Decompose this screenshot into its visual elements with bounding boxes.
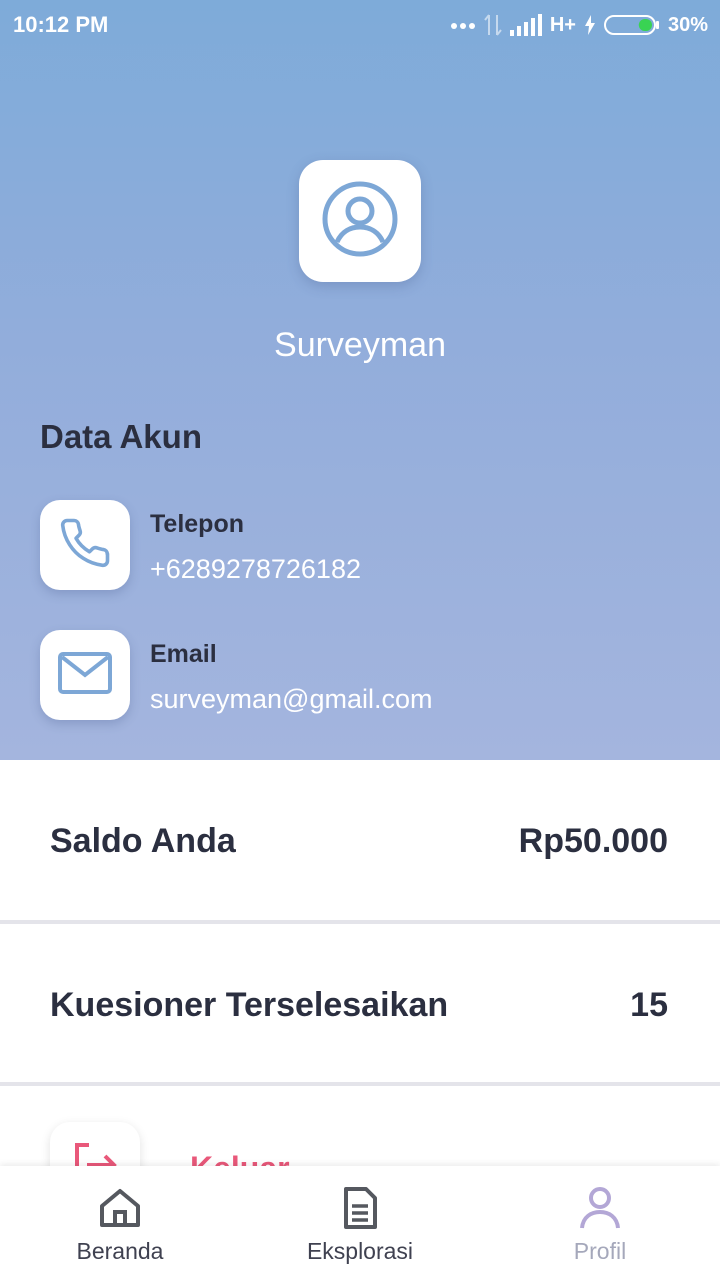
user-circle-icon [321, 180, 399, 263]
balance-row: Saldo Anda Rp50.000 [0, 760, 720, 920]
home-icon [98, 1186, 142, 1230]
completed-value: 15 [630, 986, 668, 1024]
account-section-title: Data Akun [40, 418, 202, 455]
phone-info-row: Telepon +6289278726182 [40, 500, 680, 590]
network-type: H+ [549, 13, 576, 36]
avatar[interactable] [299, 160, 421, 282]
data-transfer-icon [484, 13, 502, 37]
phone-value: +6289278726182 [150, 554, 361, 584]
more-dots-icon [450, 20, 476, 30]
email-value: surveyman@gmail.com [150, 684, 433, 714]
battery-percent: 30% [667, 13, 708, 36]
nav-label: Profil [573, 1238, 627, 1264]
charging-icon [584, 15, 596, 35]
email-label: Email [150, 640, 217, 668]
signal-icon [509, 14, 542, 36]
battery-icon [603, 14, 660, 36]
user-icon [578, 1186, 622, 1230]
email-info-row: Email surveyman@gmail.com [40, 630, 680, 720]
profile-header: 10:12 PM H+ 30% Surveyman Data Akun Tele… [0, 0, 720, 760]
completed-surveys-row: Kuesioner Terselesaikan 15 [0, 924, 720, 1084]
profile-name: Surveyman [274, 326, 446, 364]
mail-icon [57, 651, 113, 700]
nav-label: Eksplorasi [306, 1238, 414, 1264]
balance-value: Rp50.000 [518, 822, 668, 860]
status-time: 10:12 PM [13, 12, 109, 37]
completed-label: Kuesioner Terselesaikan [50, 986, 449, 1024]
status-bar: 10:12 PM H+ 30% [0, 0, 720, 50]
balance-label: Saldo Anda [50, 822, 236, 860]
phone-icon [58, 516, 112, 575]
nav-label: Beranda [76, 1238, 164, 1264]
nav-item-eksplorasi[interactable]: Eksplorasi [240, 1166, 480, 1280]
phone-label: Telepon [150, 510, 244, 538]
nav-item-profil[interactable]: Profil [480, 1166, 720, 1280]
phone-icon-box [40, 500, 130, 590]
nav-item-beranda[interactable]: Beranda [0, 1166, 240, 1280]
bottom-navigation: Beranda Eksplorasi Profil [0, 1166, 720, 1280]
document-icon [338, 1186, 382, 1230]
email-icon-box [40, 630, 130, 720]
status-icons: H+ 30% [450, 12, 708, 38]
